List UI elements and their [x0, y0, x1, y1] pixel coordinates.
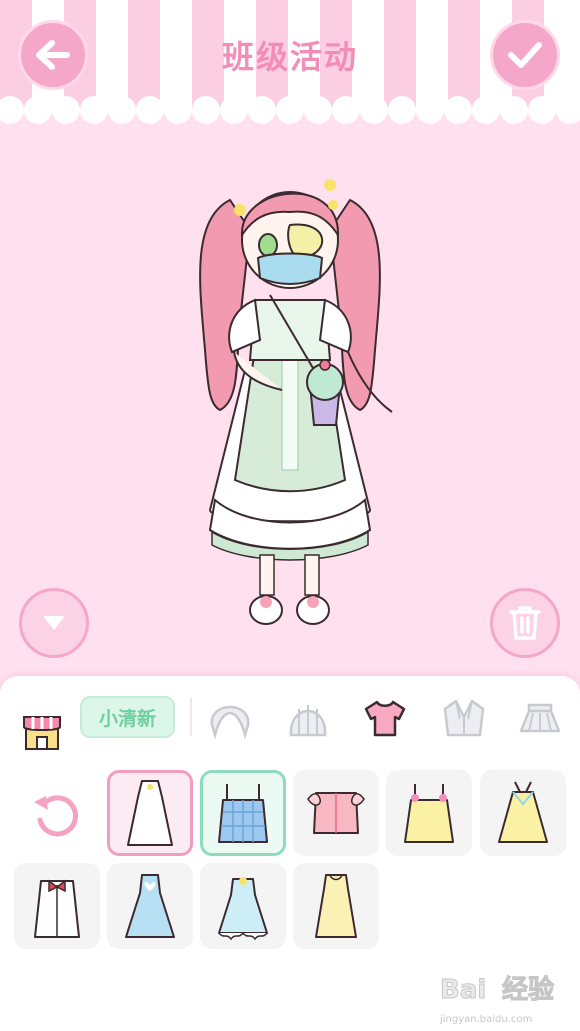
trash-icon	[509, 606, 541, 640]
confirm-button[interactable]	[490, 20, 560, 90]
checkmark-icon	[508, 42, 542, 68]
yellow-slip-dress-icon	[498, 781, 548, 843]
wardrobe-item-yellow-camisole[interactable]	[386, 770, 472, 856]
category-hair-front[interactable]	[202, 690, 258, 746]
wardrobe-item-white-bow-blouse[interactable]	[14, 863, 100, 949]
blue-lace-dress-icon	[218, 877, 268, 941]
arrow-left-icon	[36, 40, 70, 70]
wardrobe-item-blue-lace-dress[interactable]	[200, 863, 286, 949]
character-avatar[interactable]	[170, 160, 410, 640]
delete-button[interactable]	[490, 588, 560, 658]
watermark-brand-cn: 经验	[502, 974, 554, 1005]
category-divider	[190, 698, 192, 736]
pink-frill-top-icon	[307, 792, 365, 834]
undo-icon	[34, 795, 78, 837]
wardrobe-item-blue-heart-dress[interactable]	[107, 863, 193, 949]
white-blouse-icon	[34, 879, 80, 938]
wardrobe-item-yellow-slip-dress[interactable]	[480, 770, 566, 856]
hair-front-icon	[210, 705, 250, 740]
wardrobe-item-blue-plaid-camisole[interactable]	[200, 770, 286, 856]
white-dress-icon	[127, 780, 173, 846]
collapse-button[interactable]	[19, 588, 89, 658]
top-shirt-icon	[364, 700, 406, 737]
blue-camisole-icon	[218, 784, 268, 843]
shop-button[interactable]	[14, 704, 70, 760]
watermark-brand: Bai	[440, 975, 486, 1005]
category-skirt[interactable]	[512, 690, 568, 746]
watermark-url: jingyan.baidu.com	[440, 1014, 533, 1025]
shop-icon	[23, 716, 61, 750]
jacket-icon	[443, 699, 485, 737]
blue-heart-dress-icon	[125, 874, 175, 938]
category-hair-back[interactable]	[280, 690, 336, 746]
category-jacket[interactable]	[436, 690, 492, 746]
category-bar: 小清新	[0, 690, 580, 750]
chevron-down-icon	[43, 616, 65, 630]
hair-back-icon	[289, 705, 327, 737]
filter-pill[interactable]: 小清新	[80, 696, 175, 738]
back-button[interactable]	[18, 20, 88, 90]
dress-up-stage: 班级活动	[0, 0, 580, 690]
yellow-camisole-icon	[404, 784, 454, 843]
wardrobe-item-pink-frill-top[interactable]	[293, 770, 379, 856]
category-top[interactable]	[357, 690, 413, 746]
cream-dress-icon	[315, 874, 357, 938]
undo-button[interactable]	[30, 788, 82, 840]
wardrobe-item-cream-dress[interactable]	[293, 863, 379, 949]
wardrobe-item-white-dress[interactable]	[107, 770, 193, 856]
skirt-icon	[519, 703, 561, 733]
